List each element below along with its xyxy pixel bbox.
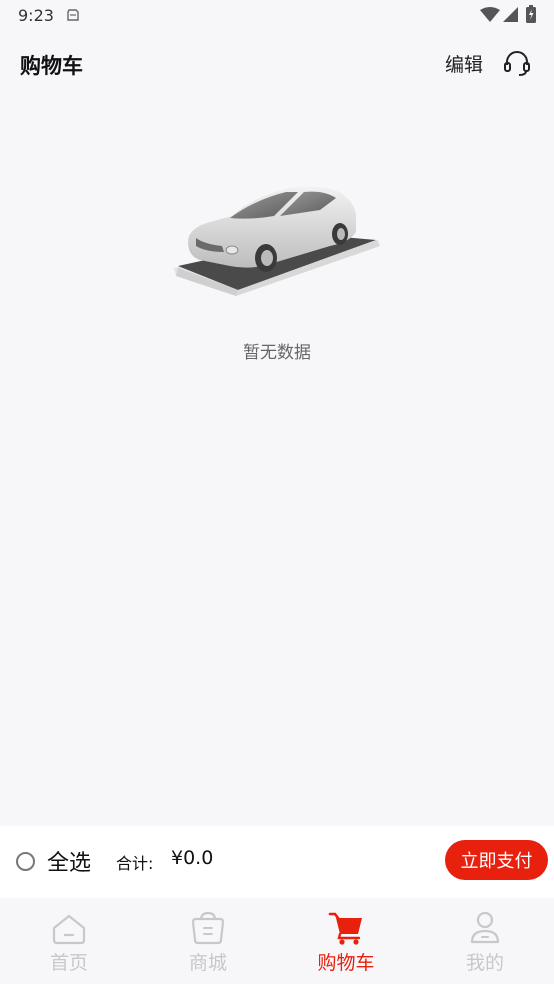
user-icon <box>470 911 500 944</box>
wifi-icon <box>480 7 500 22</box>
status-time: 9:23 <box>18 6 54 25</box>
pay-now-button[interactable]: 立即支付 <box>445 840 548 880</box>
tab-mall[interactable]: 商城 <box>139 898 277 984</box>
car-icon <box>174 186 380 296</box>
total-label: 合计: <box>116 854 154 873</box>
page-title: 购物车 <box>20 54 83 78</box>
select-all-checkbox[interactable]: 全选 <box>16 844 91 878</box>
tab-home-label: 首页 <box>49 952 88 974</box>
bottom-tab-bar: 首页 商城 购物车 我的 <box>0 898 554 984</box>
total-value: ¥0.0 <box>171 847 214 869</box>
tab-home[interactable]: 首页 <box>0 898 138 984</box>
home-icon <box>52 914 86 945</box>
status-bar: 9:23 <box>0 0 554 32</box>
empty-state-message: 暂无数据 <box>243 343 311 363</box>
edit-button[interactable]: 编辑 <box>445 50 483 77</box>
tab-cart[interactable]: 购物车 <box>277 898 415 984</box>
radio-icon <box>16 851 35 871</box>
tab-profile-label: 我的 <box>465 952 504 974</box>
select-all-label: 全选 <box>47 851 92 876</box>
tab-mall-label: 商城 <box>188 952 227 974</box>
tab-cart-label: 购物车 <box>317 952 375 974</box>
shopping-bag-icon <box>191 911 225 945</box>
cart-screen: 9:23 购物车 编辑 暂无数据 全选 合计: ¥0.0 立即支付 首页 商城 … <box>0 0 554 984</box>
headset-icon <box>504 51 530 76</box>
tab-profile[interactable]: 我的 <box>416 898 554 984</box>
battery-icon <box>526 5 536 23</box>
notification-icon <box>67 9 79 21</box>
checkout-bar: 全选 合计: ¥0.0 立即支付 <box>0 826 554 898</box>
customer-service-button[interactable] <box>502 49 532 79</box>
signal-icon <box>503 7 518 22</box>
cart-icon <box>328 912 362 945</box>
